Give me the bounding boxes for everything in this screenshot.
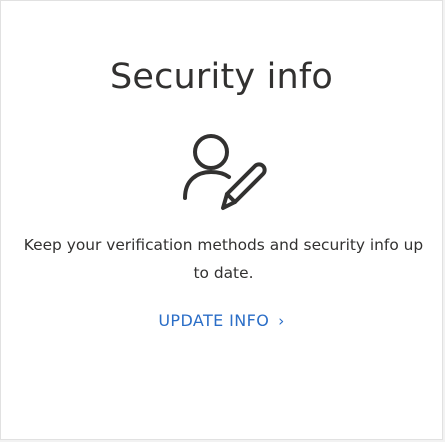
update-info-link[interactable]: UPDATE INFO › (1, 308, 442, 334)
security-info-card: Security info Keep your verification met… (0, 0, 443, 440)
card-title: Security info (109, 57, 334, 97)
user-edit-icon (179, 126, 271, 216)
update-info-label: UPDATE INFO (158, 311, 270, 330)
chevron-right-icon: › (278, 312, 285, 330)
card-description: Keep your verification methods and secur… (23, 236, 424, 282)
